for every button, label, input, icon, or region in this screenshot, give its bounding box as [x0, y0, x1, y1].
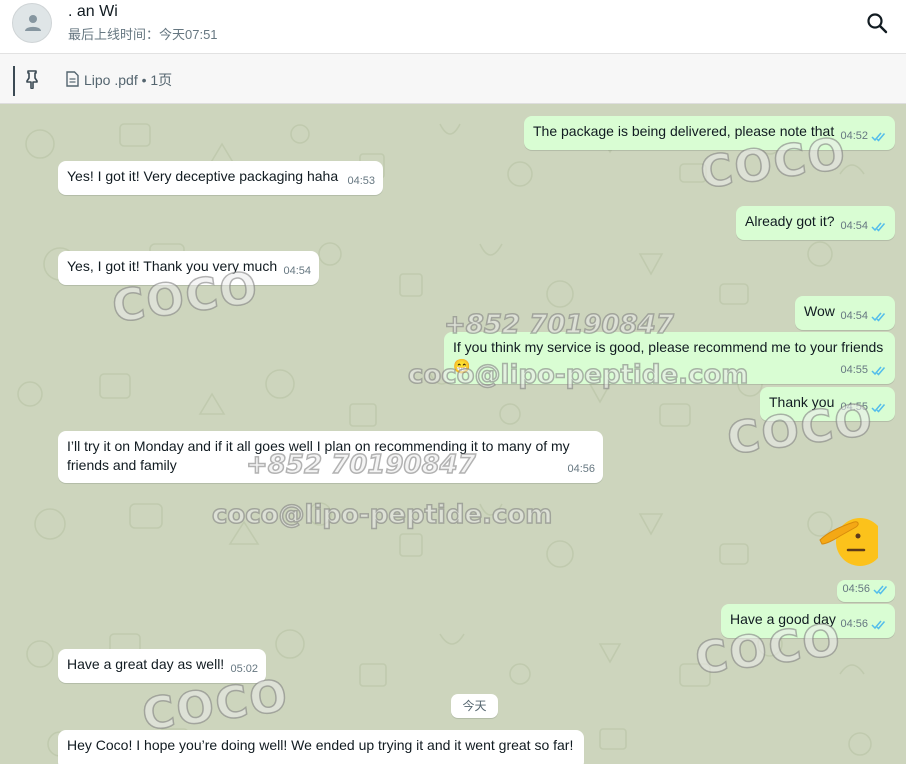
message-time: 04:54 — [840, 310, 868, 322]
pinned-message-bar[interactable]: Lipo .pdf • 1页 — [0, 54, 906, 104]
message-outgoing[interactable]: If you think my service is good, please … — [444, 332, 895, 384]
read-receipt-icon — [871, 620, 886, 630]
pinned-file-name[interactable]: Lipo .pdf • 1页 — [84, 70, 172, 90]
message-meta: 04:52 — [840, 127, 887, 146]
message-meta: 04:54 — [840, 307, 887, 326]
message-meta: 04:55 — [840, 398, 887, 417]
read-receipt-icon — [873, 585, 888, 595]
message-outgoing[interactable]: Have a good day 04:56 — [721, 604, 895, 638]
message-outgoing[interactable]: Wow 04:54 — [795, 296, 895, 330]
search-icon — [867, 13, 888, 34]
contact-avatar[interactable] — [12, 3, 52, 43]
message-text: If you think my service is good, please … — [453, 339, 884, 355]
message-meta: 04:53 — [347, 172, 375, 191]
read-receipt-icon — [871, 312, 886, 322]
chat-area[interactable]: The package is being delivered, please n… — [0, 104, 906, 764]
message-text: Already got it? — [745, 213, 835, 229]
read-receipt-icon — [871, 132, 886, 142]
message-meta: 04:56 — [842, 580, 889, 599]
message-time: 04:53 — [347, 175, 375, 187]
read-receipt-icon — [871, 403, 886, 413]
message-meta: 04:56 — [840, 615, 887, 634]
message-time: 04:55 — [840, 401, 868, 413]
message-incoming[interactable]: Yes! I got it! Very deceptive packaging … — [58, 161, 383, 195]
message-incoming[interactable]: I’ll try it on Monday and if it all goes… — [58, 431, 603, 483]
pinned-indicator — [13, 66, 15, 96]
message-time: 04:55 — [840, 364, 868, 376]
message-text: Hey Coco! I hope you’re doing well! We e… — [67, 737, 574, 753]
document-icon — [66, 71, 79, 87]
message-meta: 04:54 — [283, 262, 311, 281]
message-text: I’ll try it on Monday and if it all goes… — [67, 438, 570, 473]
message-incoming[interactable]: Yes, I got it! Thank you very much 04:54 — [58, 251, 319, 285]
salute-emoji-sticker[interactable] — [818, 510, 878, 566]
last-seen-status: 最后上线时间：今天07:51 — [68, 27, 218, 42]
message-text: Wow — [804, 303, 835, 319]
message-meta: 04:54 — [840, 217, 887, 236]
message-text: Have a great day as well! — [67, 656, 225, 672]
message-outgoing[interactable]: The package is being delivered, please n… — [524, 116, 895, 150]
date-divider: 今天 — [451, 694, 498, 718]
message-incoming[interactable]: Have a great day as well! 05:02 — [58, 649, 266, 683]
pin-icon[interactable] — [23, 69, 41, 89]
sticker-meta-bubble: 04:56 — [837, 580, 895, 602]
grinning-emoji: 😁 — [453, 358, 471, 374]
message-text: Yes! I got it! Very deceptive packaging … — [67, 168, 339, 184]
message-time: 05:02 — [230, 663, 258, 675]
message-text: Thank you — [769, 394, 835, 410]
message-time: 04:54 — [283, 265, 311, 277]
message-text: Yes, I got it! Thank you very much — [67, 258, 278, 274]
message-time: 04:56 — [840, 618, 868, 630]
person-icon — [25, 15, 41, 31]
message-text: The package is being delivered, please n… — [533, 123, 835, 139]
read-receipt-icon — [871, 222, 886, 232]
message-time: 04:56 — [842, 583, 870, 595]
message-incoming[interactable]: Hey Coco! I hope you’re doing well! We e… — [58, 730, 584, 764]
message-meta: 05:02 — [230, 660, 258, 679]
message-time: 04:52 — [840, 130, 868, 142]
message-text: Have a good day — [730, 611, 836, 627]
chat-header: . an Wi 最后上线时间：今天07:51 — [0, 0, 906, 54]
message-meta: 04:56 — [567, 460, 595, 479]
read-receipt-icon — [871, 366, 886, 376]
message-outgoing[interactable]: Thank you 04:55 — [760, 387, 895, 421]
message-time: 04:54 — [840, 220, 868, 232]
search-button[interactable] — [864, 10, 890, 36]
message-meta: 04:55 — [840, 361, 887, 380]
message-outgoing[interactable]: Already got it? 04:54 — [736, 206, 895, 240]
message-time: 04:56 — [567, 463, 595, 475]
contact-name[interactable]: . an Wi — [68, 3, 118, 21]
